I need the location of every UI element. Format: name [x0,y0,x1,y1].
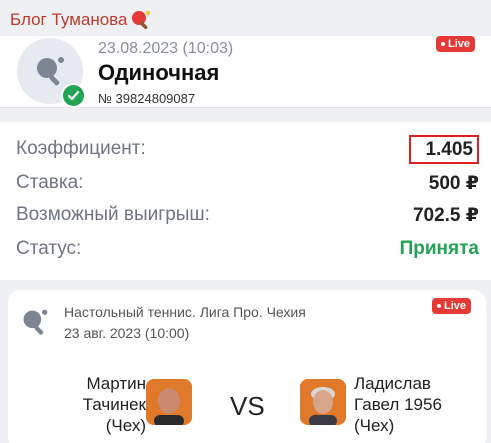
accepted-check-icon [61,83,86,108]
live-label: Live [448,38,471,50]
potential-win-label: Возможный выигрыш: [16,204,210,225]
channel-header: Блог Туманова [0,0,153,34]
table-tennis-icon [37,57,64,86]
coefficient-row: Коэффициент: 1.405 [16,134,479,164]
status-row: Статус: Принята [16,234,479,264]
player2-name: Ладислав Гавел 1956 (Чех) [354,373,442,436]
channel-title: Блог Туманова [10,10,128,29]
bet-type-title: Одиночная [98,60,220,85]
ping-pong-paddle-icon [132,10,151,30]
stake-value: 500 ₽ [428,172,479,194]
bet-number: № 39824809087 [98,91,196,106]
bet-details: Коэффициент: 1.405 Ставка: 500 ₽ Возможн… [0,122,491,280]
player1-last-name: Тачинек [82,395,146,414]
player2-last-name: Гавел 1956 [354,395,442,414]
coefficient-label: Коэффициент: [16,138,146,159]
player2-first-name: Ладислав [354,374,431,393]
event-card[interactable]: Настольный теннис. Лига Про. Чехия 23 ав… [8,290,486,443]
player1-name: Мартин Тачинек (Чех) [83,373,146,436]
status-value: Принята [399,238,479,259]
potential-win-row: Возможный выигрыш: 702.5 ₽ [16,200,479,230]
status-label: Статус: [16,238,82,259]
live-dot-icon [441,42,445,46]
bet-datetime: 23.08.2023 (10:03) [98,40,234,57]
versus-label: VS [230,391,265,421]
live-badge: Live [436,36,476,52]
player2-country: (Чех) [354,416,395,435]
bet-summary-card[interactable]: 23.08.2023 (10:03) Одиночная № 398248090… [0,36,491,108]
player1-first-name: Мартин [86,374,146,393]
stake-row: Ставка: 500 ₽ [16,168,479,198]
live-label: Live [444,300,467,312]
stake-label: Ставка: [16,172,84,193]
table-tennis-icon [23,309,48,335]
player2-avatar [300,379,346,425]
live-dot-icon [437,304,441,308]
event-league: Настольный теннис. Лига Про. Чехия [64,304,306,320]
player1-country: (Чех) [105,416,146,435]
player1-avatar [146,379,192,425]
event-datetime: 23 авг. 2023 (10:00) [64,325,190,341]
potential-win-value: 702.5 ₽ [412,204,479,226]
coefficient-value: 1.405 [409,134,479,164]
live-badge: Live [432,298,472,314]
